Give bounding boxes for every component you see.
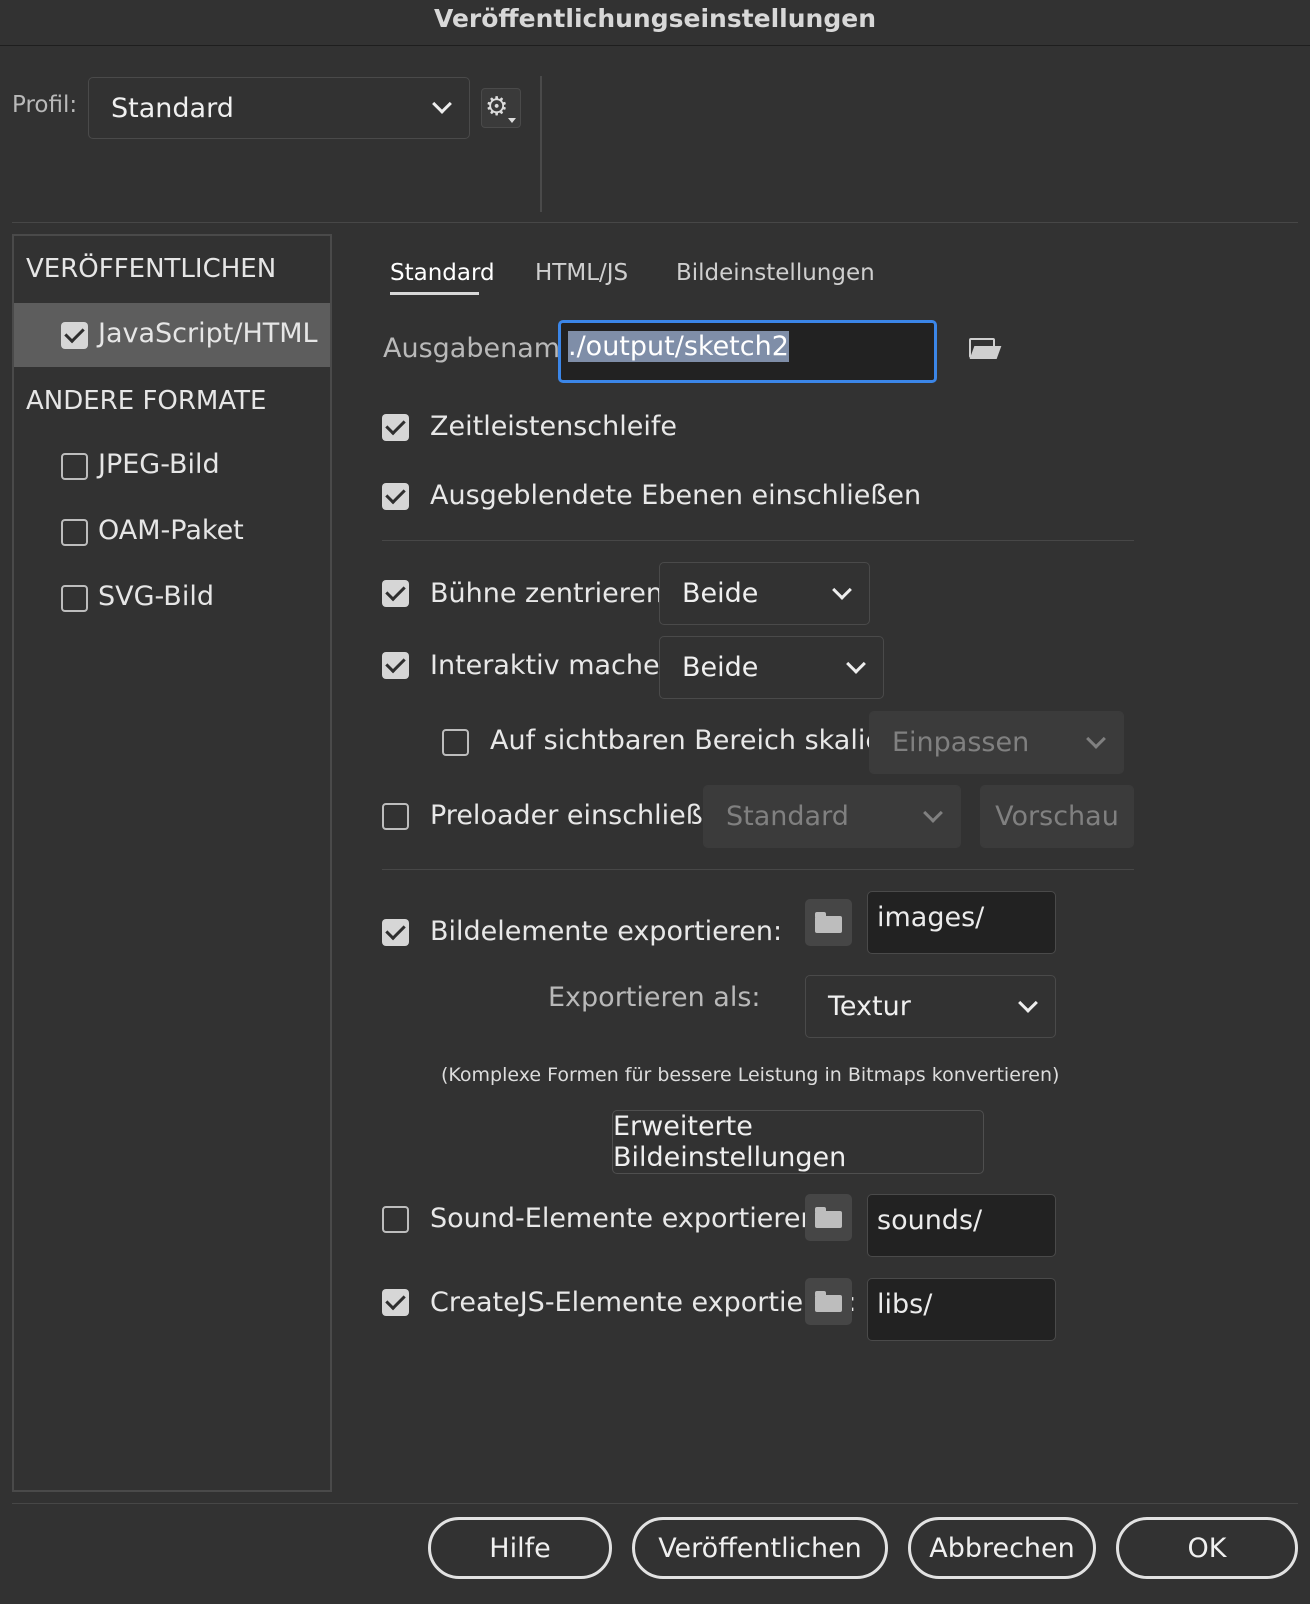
export-images-checkbox[interactable]	[382, 919, 409, 946]
images-path-input[interactable]: images/	[867, 891, 1056, 954]
sidebar-item-jpeg[interactable]: JPEG-Bild	[14, 434, 330, 498]
footer-separator	[12, 1503, 1298, 1504]
preloader-dropdown[interactable]: Standard	[703, 785, 961, 848]
center-stage-checkbox[interactable]	[382, 580, 409, 607]
center-stage-value: Beide	[682, 578, 759, 609]
dropdown-arrow-icon	[508, 118, 516, 123]
output-name-input[interactable]: ./output/sketch2	[558, 320, 937, 383]
export-createjs-label: CreateJS-Elemente exportieren:	[430, 1287, 857, 1318]
center-stage-dropdown[interactable]: Beide	[659, 562, 870, 625]
folder-icon	[815, 1291, 842, 1312]
chevron-down-icon	[432, 94, 452, 114]
images-path-value: images/	[877, 902, 985, 933]
gear-icon: ⚙	[485, 92, 509, 122]
chevron-down-icon	[1018, 992, 1038, 1013]
advanced-image-settings-button[interactable]: Erweiterte Bildeinstellungen	[612, 1110, 984, 1174]
folder-icon	[815, 912, 842, 933]
sidebar-item-label: JavaScript/HTML	[98, 318, 318, 349]
export-as-label: Exportieren als:	[548, 982, 761, 1013]
sidebar-item-svg[interactable]: SVG-Bild	[14, 566, 330, 630]
section-separator	[382, 540, 1134, 541]
sounds-path-value: sounds/	[877, 1205, 983, 1236]
oam-checkbox[interactable]	[61, 519, 88, 546]
createjs-path-value: libs/	[877, 1289, 933, 1320]
make-responsive-dropdown[interactable]: Beide	[659, 636, 884, 699]
help-button[interactable]: Hilfe	[428, 1517, 612, 1579]
sidebar-item-label: OAM-Paket	[98, 515, 244, 546]
sounds-path-input[interactable]: sounds/	[867, 1194, 1056, 1257]
svg-checkbox[interactable]	[61, 585, 88, 612]
publish-button[interactable]: Veröffentlichen	[632, 1517, 888, 1579]
include-preloader-label: Preloader einschließen	[430, 800, 737, 831]
ok-button[interactable]: OK	[1116, 1517, 1298, 1579]
tab-image-settings[interactable]: Bildeinstellungen	[676, 260, 875, 286]
sidebar-item-javascript-html[interactable]: JavaScript/HTML	[14, 303, 330, 367]
export-sounds-label: Sound-Elemente exportieren:	[430, 1203, 827, 1234]
publish-heading: VERÖFFENTLICHEN	[26, 254, 277, 284]
export-images-label: Bildelemente exportieren:	[430, 916, 783, 947]
include-hidden-layers-checkbox[interactable]	[382, 483, 409, 510]
chevron-down-icon	[923, 802, 943, 823]
title-bar: Veröffentlichungseinstellungen	[0, 0, 1310, 46]
sounds-folder-button[interactable]	[805, 1194, 852, 1241]
tab-standard[interactable]: Standard	[390, 260, 495, 286]
chevron-down-icon	[846, 653, 866, 674]
center-stage-label: Bühne zentrieren	[430, 578, 663, 609]
createjs-path-input[interactable]: libs/	[867, 1278, 1056, 1341]
chevron-down-icon	[832, 579, 852, 600]
export-as-value: Textur	[828, 991, 911, 1022]
sidebar-item-label: SVG-Bild	[98, 581, 214, 612]
active-tab-indicator	[390, 292, 479, 295]
scale-to-visible-label: Auf sichtbaren Bereich skalieren	[490, 725, 927, 756]
scale-to-visible-checkbox[interactable]	[442, 729, 469, 756]
javascript-html-checkbox[interactable]	[61, 322, 88, 349]
include-hidden-layers-label: Ausgeblendete Ebenen einschließen	[430, 480, 922, 511]
scale-mode-value: Einpassen	[892, 727, 1030, 758]
profile-dropdown[interactable]: Standard	[88, 77, 470, 139]
cancel-button[interactable]: Abbrechen	[908, 1517, 1096, 1579]
vertical-divider	[540, 76, 542, 212]
chevron-down-icon	[1086, 728, 1106, 749]
output-name-value: ./output/sketch2	[568, 331, 789, 362]
profile-label: Profil:	[12, 92, 78, 118]
include-preloader-checkbox[interactable]	[382, 803, 409, 830]
tab-html-js[interactable]: HTML/JS	[535, 260, 628, 286]
dialog-title: Veröffentlichungseinstellungen	[433, 4, 877, 33]
header-separator	[12, 222, 1298, 223]
format-sidebar: VERÖFFENTLICHEN JavaScript/HTML ANDERE F…	[12, 234, 332, 1492]
createjs-folder-button[interactable]	[805, 1278, 852, 1325]
profile-options-button[interactable]: ⚙	[481, 88, 521, 128]
section-separator	[382, 869, 1134, 870]
timeline-loop-label: Zeitleistenschleife	[430, 411, 677, 442]
export-as-dropdown[interactable]: Textur	[805, 975, 1056, 1038]
make-responsive-label: Interaktiv machen	[430, 650, 677, 681]
make-responsive-checkbox[interactable]	[382, 652, 409, 679]
make-responsive-value: Beide	[682, 652, 759, 683]
export-createjs-checkbox[interactable]	[382, 1289, 409, 1316]
profile-value: Standard	[111, 92, 234, 124]
sidebar-item-oam[interactable]: OAM-Paket	[14, 500, 330, 564]
sidebar-item-label: JPEG-Bild	[98, 449, 220, 480]
scale-mode-dropdown[interactable]: Einpassen	[869, 711, 1124, 774]
preview-button[interactable]: Vorschau	[980, 785, 1134, 848]
folder-icon	[815, 1207, 842, 1228]
export-sounds-checkbox[interactable]	[382, 1206, 409, 1233]
output-name-label: Ausgabename:	[383, 333, 586, 364]
export-hint: (Komplexe Formen für bessere Leistung in…	[441, 1064, 1060, 1086]
images-folder-button[interactable]	[805, 899, 852, 946]
preloader-value: Standard	[726, 801, 849, 832]
other-formats-heading: ANDERE FORMATE	[26, 386, 267, 416]
timeline-loop-checkbox[interactable]	[382, 414, 409, 441]
open-folder-icon[interactable]	[969, 338, 1002, 362]
jpeg-checkbox[interactable]	[61, 453, 88, 480]
